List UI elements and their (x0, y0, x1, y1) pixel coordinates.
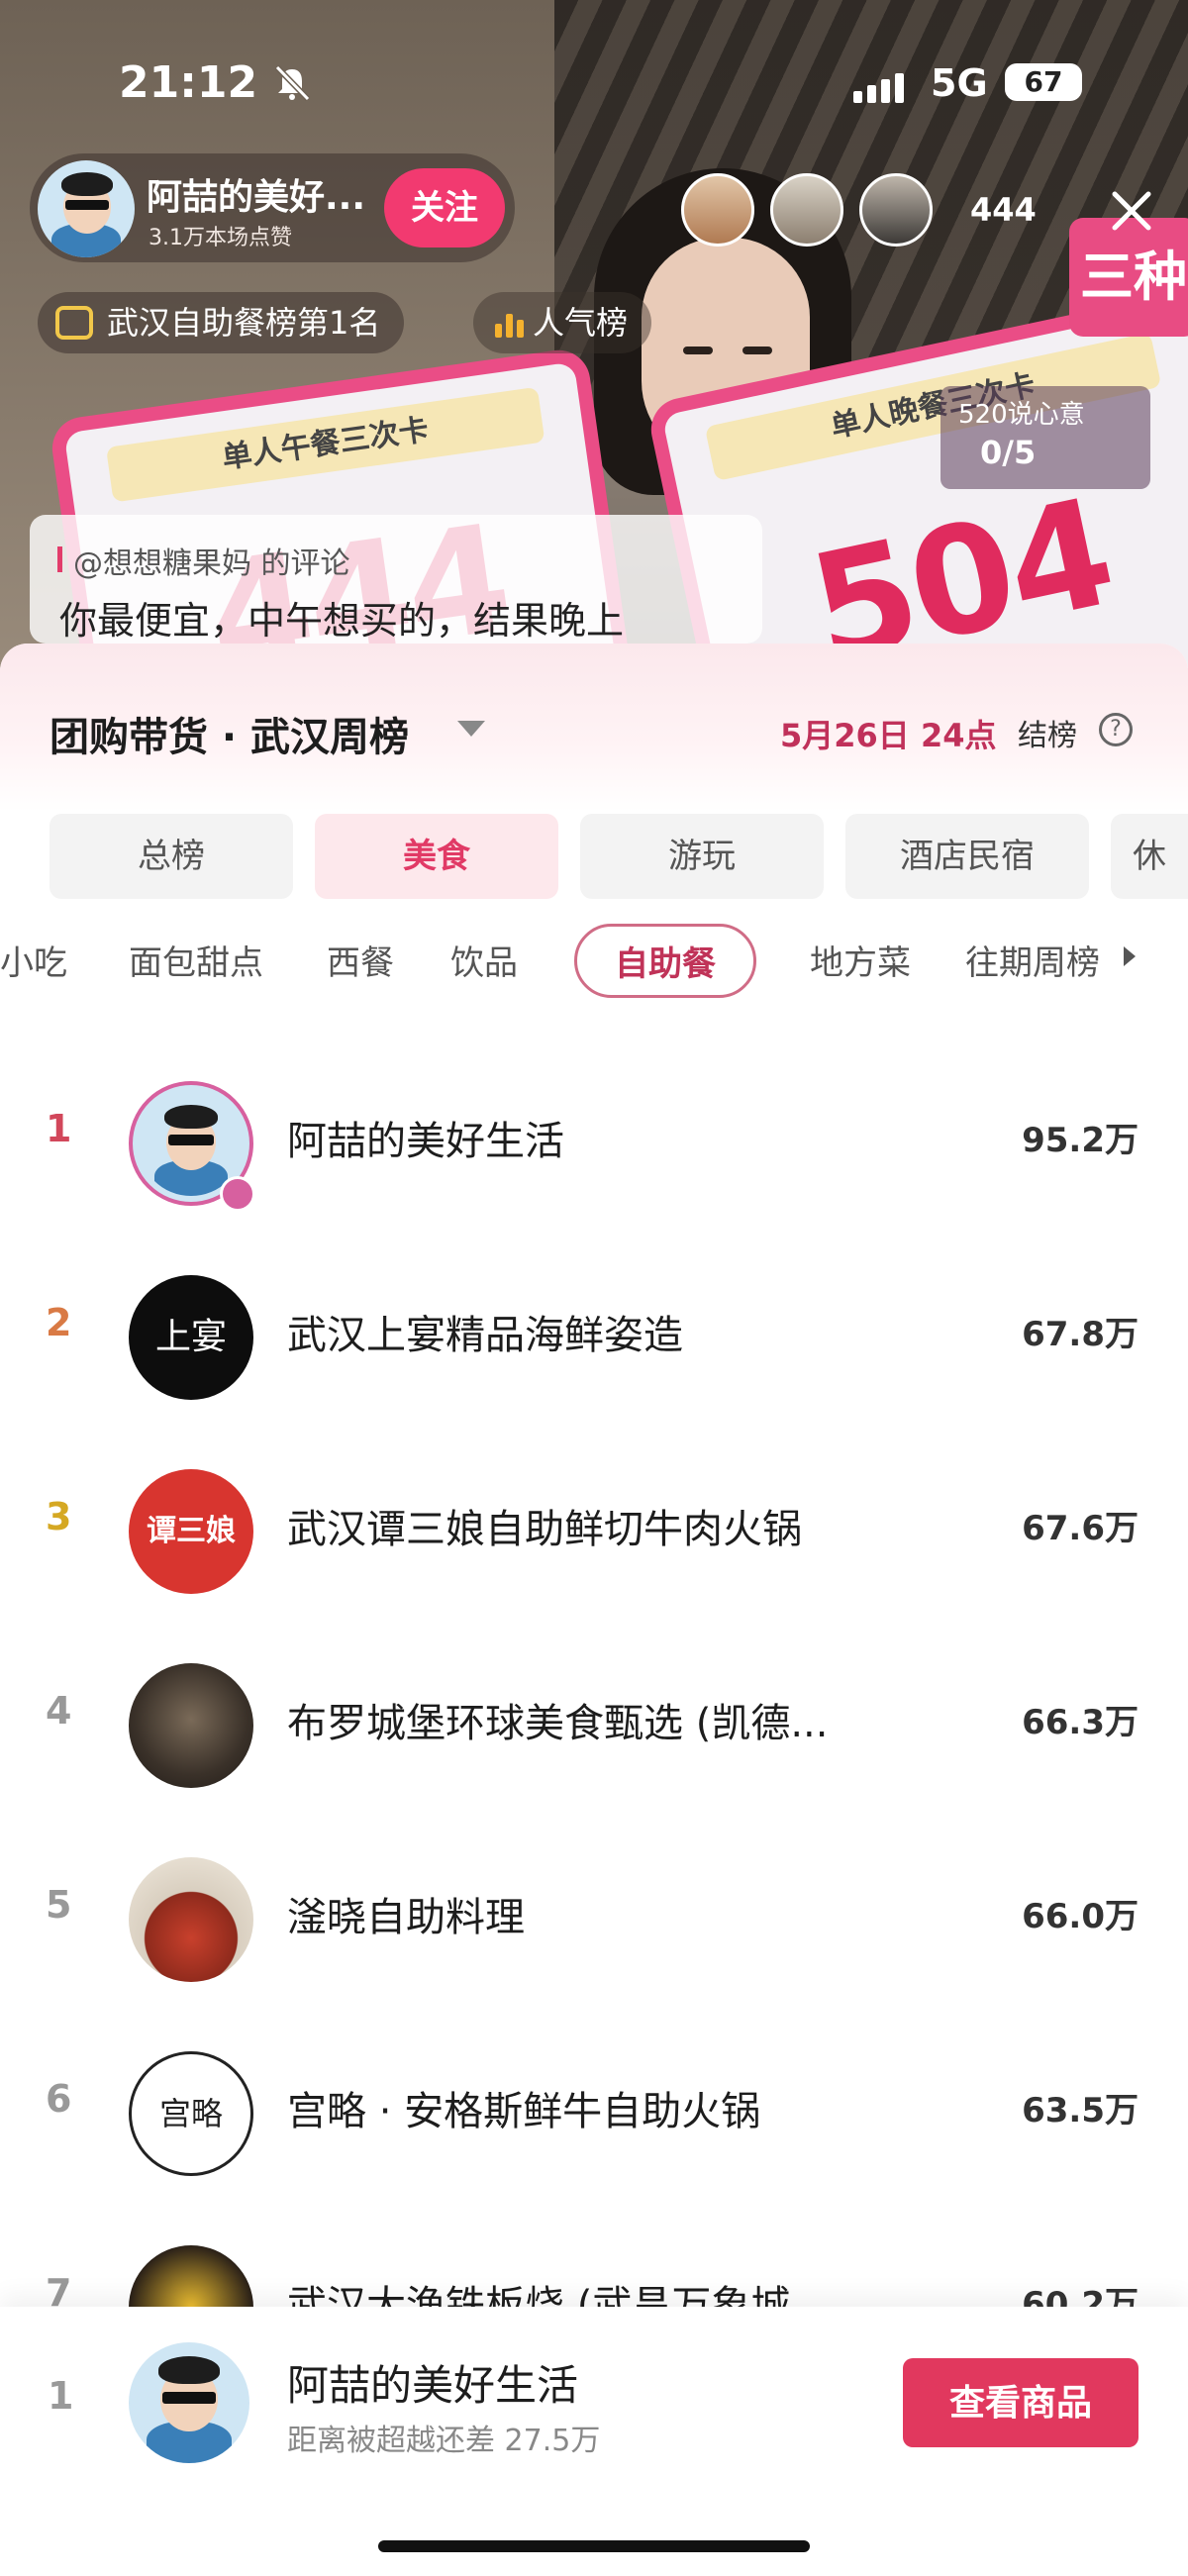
tab-leisure[interactable]: 休 (1111, 814, 1188, 899)
comment-text: 你最便宜，中午想买的，结果晚上 (59, 599, 625, 643)
subtab-bakery[interactable]: 面包甜点 (129, 936, 263, 984)
rank-row[interactable]: 4 布罗城堡环球美食甄选 (凯德... 66.3万 (0, 1630, 1188, 1824)
shop-logo: 宫略 (129, 2051, 253, 2176)
pinned-comment[interactable]: @想想糖果妈 的评论 你最便宜，中午想买的，结果晚上 (30, 515, 762, 644)
overtake-gap: 距离被超越还差 27.5万 (287, 2424, 601, 2458)
close-icon[interactable] (1107, 186, 1156, 236)
shop-logo: 上宴 (129, 1275, 253, 1400)
comment-author: @想想糖果妈 的评论 (73, 546, 350, 581)
shop-name: 布罗城堡环球美食甄选 (凯德... (287, 1701, 829, 1746)
status-time: 21:12 (119, 57, 258, 108)
rank-number: 2 (46, 1301, 72, 1344)
my-rank-bar: 1 阿喆的美好生活 距离被超越还差 27.5万 查看商品 (0, 2307, 1188, 2576)
mute-bell-icon (274, 65, 311, 101)
follow-button[interactable]: 关注 (384, 168, 505, 248)
rank-number: 1 (46, 1107, 72, 1150)
city-rank-badge[interactable]: 武汉自助餐榜第1名 (38, 292, 405, 353)
close-date: 5月26日 24点 (780, 717, 997, 754)
shop-score: 63.5万 (1022, 2091, 1138, 2130)
shop-name: 阿喆的美好生活 (287, 1119, 564, 1164)
host-avatar[interactable] (38, 160, 135, 257)
host-likes: 3.1万本场点赞 (148, 226, 292, 250)
city-rank-label: 武汉自助餐榜第1名 (107, 304, 381, 342)
ranking-icon (55, 306, 93, 340)
my-rank-number: 1 (48, 2374, 74, 2418)
shop-score: 67.6万 (1022, 1509, 1138, 1548)
viewer-count[interactable]: 444 (970, 191, 1037, 229)
tab-food[interactable]: 美食 (315, 814, 558, 899)
subtab-buffet[interactable]: 自助餐 (574, 924, 756, 998)
shop-score: 66.3万 (1022, 1703, 1138, 1742)
popularity-label: 人气榜 (533, 304, 629, 342)
rank-row[interactable]: 2 上宴 武汉上宴精品海鲜姿造 67.8万 (0, 1241, 1188, 1436)
rank-number: 5 (46, 1883, 72, 1927)
rank-row[interactable]: 6 宫略 宫略 · 安格斯鲜牛自助火锅 63.5万 (0, 2018, 1188, 2212)
status-bar: 21:12 5G 67 (0, 0, 1188, 119)
help-icon[interactable]: ? (1099, 713, 1133, 746)
logo-text: 上宴 (154, 1317, 227, 1357)
panel-title[interactable]: 团购带货 · 武汉周榜 (50, 705, 409, 762)
close-label: 结榜 (1018, 719, 1077, 753)
viewer-avatar[interactable] (770, 173, 843, 247)
shop-name: 宫略 · 安格斯鲜牛自助火锅 (287, 2089, 761, 2134)
home-indicator[interactable] (378, 2540, 810, 2552)
heart-badge-title: 520说心意 (958, 400, 1085, 430)
tab-overall[interactable]: 总榜 (50, 814, 293, 899)
tab-fun[interactable]: 游玩 (580, 814, 824, 899)
rank-row[interactable]: 1 阿喆的美好生活 95.2万 (0, 1047, 1188, 1241)
popularity-badge[interactable]: 人气榜 (473, 292, 652, 353)
shop-logo (129, 1663, 253, 1788)
subtab-drinks[interactable]: 饮品 (450, 936, 518, 984)
subtab-snacks[interactable]: 小吃 (0, 936, 67, 984)
host-name: 阿喆的美好... (147, 177, 366, 218)
ranking-panel: 团购带货 · 武汉周榜 5月26日 24点 结榜 ? 总榜 美食 游玩 酒店民宿… (0, 644, 1188, 2576)
shop-logo (129, 1857, 253, 1982)
subtab-past-weeks[interactable]: 往期周榜 (965, 936, 1100, 984)
shop-name: 武汉上宴精品海鲜姿造 (287, 1313, 683, 1358)
live-indicator-icon (220, 1176, 255, 1212)
subtab-western[interactable]: 西餐 (327, 936, 394, 984)
shop-name: 滏晓自助料理 (287, 1895, 525, 1940)
viewer-avatar[interactable] (681, 173, 754, 247)
chevron-right-icon[interactable] (1124, 946, 1136, 966)
network-type: 5G (931, 61, 988, 105)
tab-hotel[interactable]: 酒店民宿 (845, 814, 1089, 899)
rank-number: 4 (46, 1689, 72, 1733)
chevron-down-icon[interactable] (457, 721, 485, 737)
battery-icon: 67 (1005, 63, 1082, 101)
shop-score: 66.0万 (1022, 1897, 1138, 1936)
logo-text: 谭三娘 (147, 1514, 236, 1548)
shop-score: 67.8万 (1022, 1315, 1138, 1354)
rank-row[interactable]: 5 滏晓自助料理 66.0万 (0, 1824, 1188, 2018)
shop-logo: 谭三娘 (129, 1469, 253, 1594)
rank-row[interactable]: 3 谭三娘 武汉谭三娘自助鲜切牛肉火锅 67.6万 (0, 1436, 1188, 1630)
heart-gift-badge[interactable]: 520说心意 0/5 (940, 386, 1150, 489)
rank-number: 6 (46, 2077, 72, 2121)
my-avatar (129, 2342, 249, 2463)
comment-marker (57, 546, 62, 572)
voucher-tag: 三种 (1069, 218, 1188, 337)
rank-number: 3 (46, 1495, 72, 1538)
my-name: 阿喆的美好生活 (287, 2361, 579, 2410)
subtab-local[interactable]: 地方菜 (810, 936, 911, 984)
logo-text: 宫略 (158, 2095, 223, 2132)
view-products-button[interactable]: 查看商品 (903, 2358, 1138, 2447)
heart-badge-progress: 0/5 (980, 434, 1037, 471)
shop-name: 武汉谭三娘自助鲜切牛肉火锅 (287, 1507, 802, 1552)
viewer-avatar[interactable] (859, 173, 933, 247)
shop-score: 95.2万 (1022, 1121, 1138, 1160)
